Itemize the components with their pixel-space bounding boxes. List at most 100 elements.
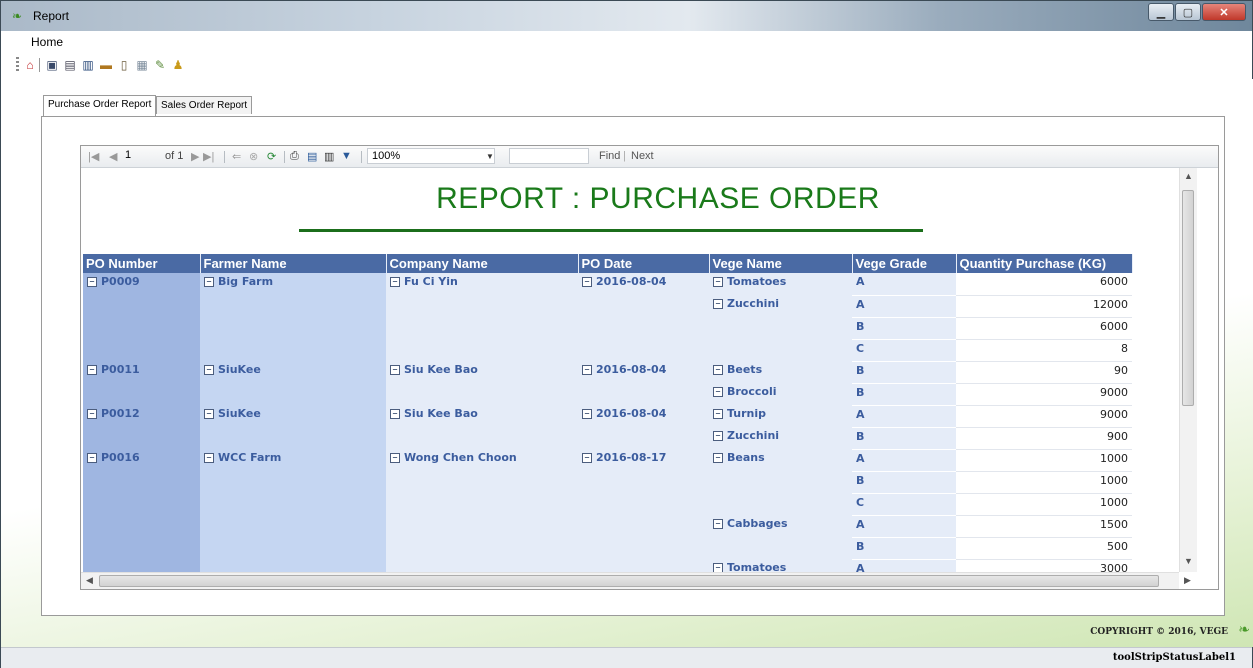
company-icon[interactable]: ▥ (81, 58, 95, 72)
horizontal-scroll-thumb[interactable] (99, 575, 1159, 587)
menu-home[interactable]: Home (31, 35, 63, 49)
document-icon[interactable]: ▦ (135, 58, 149, 72)
collapse-toggle-icon[interactable]: − (204, 409, 214, 419)
find-separator: | (623, 150, 626, 162)
collapse-toggle-icon[interactable]: − (87, 409, 97, 419)
po-date-cell[interactable]: −2016-08-04 (578, 273, 709, 295)
farmer-name-cell[interactable]: − SiuKee (200, 361, 386, 383)
clipboard-icon[interactable]: ▯ (117, 58, 131, 72)
tab-purchase-order-report[interactable]: Purchase Order Report (43, 95, 157, 116)
vege-name-cell[interactable]: − Cabbages (709, 515, 852, 537)
previous-page-icon[interactable]: ◀ (109, 150, 117, 163)
collapse-toggle-icon[interactable]: − (87, 277, 97, 287)
title-bar[interactable]: ❧ Report ▁ ▢ ✕ (1, 1, 1252, 31)
export-icon[interactable]: ▼ (341, 150, 352, 162)
company-name-cell (386, 339, 578, 361)
collapse-toggle-icon[interactable]: − (582, 365, 592, 375)
scroll-left-icon[interactable]: ◀ (86, 575, 93, 586)
vege-name-cell[interactable]: − Beets (709, 361, 852, 383)
zoom-select[interactable]: 100% (367, 148, 495, 164)
po-number-cell[interactable]: − P0016 (83, 449, 200, 471)
scroll-up-icon[interactable]: ▲ (1184, 171, 1193, 181)
po-number-text: P0009 (101, 275, 140, 288)
find-text-input[interactable] (509, 148, 589, 164)
company-name-cell[interactable]: − Siu Kee Bao (386, 361, 578, 383)
po-number-cell[interactable]: − P0011 (83, 361, 200, 383)
horizontal-scrollbar[interactable]: ◀ (81, 572, 1179, 589)
collapse-toggle-icon[interactable]: − (87, 365, 97, 375)
collapse-toggle-icon[interactable]: − (713, 453, 723, 463)
collapse-toggle-icon[interactable]: − (204, 277, 214, 287)
collapse-toggle-icon[interactable]: − (713, 519, 723, 529)
close-button[interactable]: ✕ (1202, 3, 1246, 21)
collapse-toggle-icon[interactable]: − (390, 365, 400, 375)
quantity-text: 9000 (1100, 407, 1128, 421)
find-next-link[interactable]: Next (631, 150, 654, 162)
farmer-name-cell[interactable]: − WCC Farm (200, 449, 386, 471)
collapse-toggle-icon[interactable]: − (390, 453, 400, 463)
next-page-icon[interactable]: ▶ (191, 150, 199, 163)
po-number-cell[interactable]: − P0012 (83, 405, 200, 427)
toolbar-grip[interactable] (16, 57, 19, 73)
vege-name-cell[interactable]: − Tomatoes (709, 559, 852, 572)
vertical-scrollbar[interactable]: ▲ ▼ (1179, 168, 1197, 572)
tab-sales-order-report[interactable]: Sales Order Report (156, 96, 253, 114)
report-icon[interactable]: ▣ (45, 58, 59, 72)
collapse-toggle-icon[interactable]: − (713, 365, 723, 375)
collapse-toggle-icon[interactable]: − (582, 453, 592, 463)
first-page-icon[interactable]: |◀ (88, 150, 99, 163)
farmer-name-cell[interactable]: − SiuKee (200, 405, 386, 427)
company-name-cell[interactable]: − Siu Kee Bao (386, 405, 578, 427)
chevron-down-icon[interactable]: ▼ (486, 152, 494, 161)
back-icon[interactable]: ⇐ (232, 150, 241, 163)
truck-icon[interactable]: ▬ (99, 58, 113, 72)
scroll-right-icon[interactable]: ▶ (1184, 575, 1191, 586)
quantity-text: 6000 (1100, 275, 1128, 288)
vege-name-cell[interactable]: − Beans (709, 449, 852, 471)
collapse-toggle-icon[interactable]: − (713, 277, 723, 287)
scroll-down-icon[interactable]: ▼ (1184, 556, 1193, 566)
po-date-cell (578, 295, 709, 317)
collapse-toggle-icon[interactable]: − (582, 277, 592, 287)
person-icon[interactable]: ♟ (171, 58, 185, 72)
vege-name-cell[interactable]: − Broccoli (709, 383, 852, 405)
vege-name-cell[interactable]: − Zucchini (709, 295, 852, 317)
collapse-toggle-icon[interactable]: − (390, 277, 400, 287)
vege-name-cell[interactable]: − Zucchini (709, 427, 852, 449)
find-link[interactable]: Find (599, 150, 620, 162)
po-date-cell[interactable]: −2016-08-04 (578, 405, 709, 427)
farmer-name-cell[interactable]: − Big Farm (200, 273, 386, 295)
table-row: − Cabbages A 1500 (83, 515, 1132, 538)
page-setup-icon[interactable]: ▥ (324, 150, 334, 163)
vege-name-cell[interactable]: − Tomatoes (709, 273, 852, 295)
collapse-toggle-icon[interactable]: − (582, 409, 592, 419)
collapse-toggle-icon[interactable]: − (390, 409, 400, 419)
collapse-toggle-icon[interactable]: − (713, 387, 723, 397)
collapse-toggle-icon[interactable]: − (204, 453, 214, 463)
report-viewer: |◀ ◀ 1 of 1 ▶ ▶| ⇐ ⊗ ⟳ ⎙ ▤ ▥ ▼ 100% ▼ Fi… (80, 145, 1219, 590)
collapse-toggle-icon[interactable]: − (87, 453, 97, 463)
print-icon[interactable]: ⎙ (290, 150, 299, 163)
maximize-button[interactable]: ▢ (1175, 3, 1201, 21)
home-icon[interactable]: ⌂ (23, 58, 37, 72)
po-number-cell[interactable]: − P0009 (83, 273, 200, 295)
collapse-toggle-icon[interactable]: − (204, 365, 214, 375)
company-name-cell[interactable]: − Fu Ci Yin (386, 273, 578, 295)
vertical-scroll-thumb[interactable] (1182, 190, 1194, 406)
print-layout-icon[interactable]: ▤ (307, 150, 317, 163)
last-page-icon[interactable]: ▶| (203, 150, 214, 163)
farmer-icon[interactable]: ▤ (63, 58, 77, 72)
collapse-toggle-icon[interactable]: − (713, 409, 723, 419)
collapse-toggle-icon[interactable]: − (713, 431, 723, 441)
vege-name-cell[interactable]: − Turnip (709, 405, 852, 427)
stop-icon[interactable]: ⊗ (249, 150, 258, 163)
minimize-button[interactable]: ▁ (1148, 3, 1174, 21)
po-date-cell[interactable]: −2016-08-17 (578, 449, 709, 471)
company-name-cell[interactable]: − Wong Chen Choon (386, 449, 578, 471)
collapse-toggle-icon[interactable]: − (713, 563, 723, 572)
page-number-input[interactable]: 1 (121, 148, 161, 164)
refresh-icon[interactable]: ⟳ (267, 150, 276, 163)
edit-icon[interactable]: ✎ (153, 58, 167, 72)
collapse-toggle-icon[interactable]: − (713, 299, 723, 309)
po-date-cell[interactable]: −2016-08-04 (578, 361, 709, 383)
